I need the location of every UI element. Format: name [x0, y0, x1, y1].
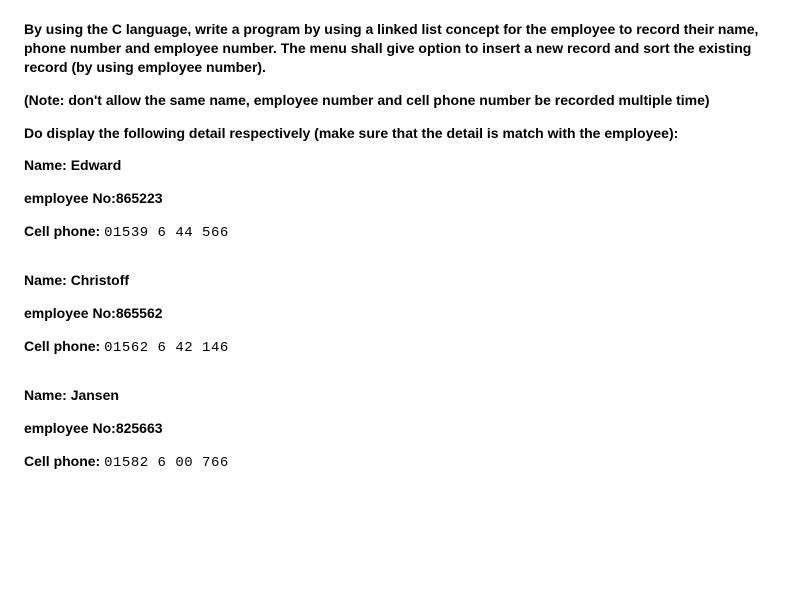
employee-record: Name: Christoff employee No:865562 Cell … [24, 271, 776, 358]
cell-value: 01562 6 42 146 [104, 340, 229, 356]
cell-label: Cell phone: [24, 453, 104, 469]
employee-name-line: Name: Jansen [24, 386, 776, 405]
emp-no-label: employee No: [24, 305, 116, 321]
intro-paragraph-3: Do display the following detail respecti… [24, 124, 776, 143]
employee-no-line: employee No:865223 [24, 189, 776, 208]
employee-cell-line: Cell phone: 01539 6 44 566 [24, 222, 776, 243]
emp-no-value: 865223 [116, 190, 163, 206]
name-label: Name: [24, 272, 71, 288]
employee-no-line: employee No:865562 [24, 304, 776, 323]
employee-cell-line: Cell phone: 01582 6 00 766 [24, 452, 776, 473]
name-value: Christoff [71, 272, 129, 288]
cell-label: Cell phone: [24, 338, 104, 354]
name-label: Name: [24, 387, 71, 403]
cell-label: Cell phone: [24, 223, 104, 239]
employee-name-line: Name: Christoff [24, 271, 776, 290]
intro-paragraph-1: By using the C language, write a program… [24, 20, 776, 77]
emp-no-label: employee No: [24, 420, 116, 436]
cell-value: 01582 6 00 766 [104, 455, 229, 471]
emp-no-label: employee No: [24, 190, 116, 206]
employee-record: Name: Jansen employee No:825663 Cell pho… [24, 386, 776, 473]
intro-paragraph-2: (Note: don't allow the same name, employ… [24, 91, 776, 110]
name-label: Name: [24, 157, 71, 173]
name-value: Jansen [71, 387, 119, 403]
employee-name-line: Name: Edward [24, 156, 776, 175]
cell-value: 01539 6 44 566 [104, 225, 229, 241]
employee-record: Name: Edward employee No:865223 Cell pho… [24, 156, 776, 243]
name-value: Edward [71, 157, 122, 173]
employee-cell-line: Cell phone: 01562 6 42 146 [24, 337, 776, 358]
employee-no-line: employee No:825663 [24, 419, 776, 438]
emp-no-value: 825663 [116, 420, 163, 436]
emp-no-value: 865562 [116, 305, 163, 321]
